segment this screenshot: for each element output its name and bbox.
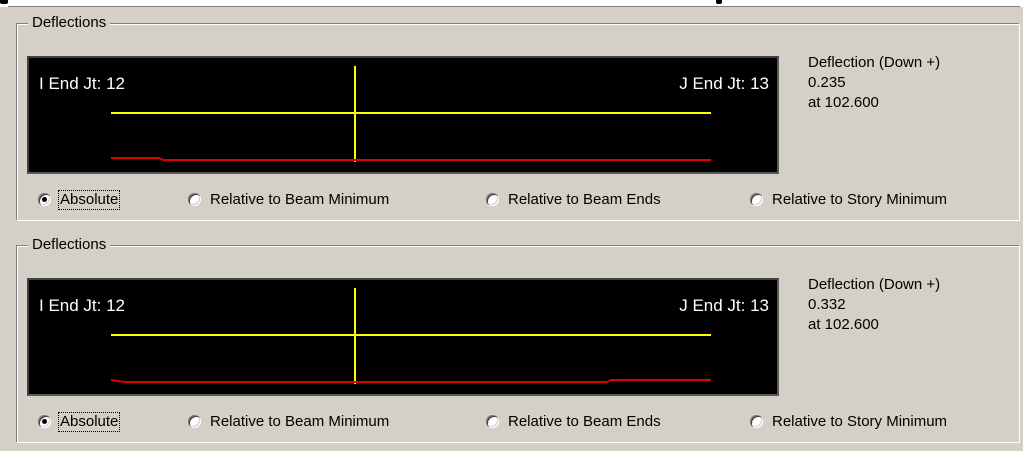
radio-label[interactable]: Absolute: [57, 190, 121, 210]
radio-selected-dot-icon: [42, 197, 47, 202]
deflection-title: Deflection (Down +): [808, 276, 941, 293]
deflection-location: at 102.600: [808, 94, 879, 111]
radio-circle-icon[interactable]: [38, 193, 51, 206]
deflection-value: 0.235: [808, 74, 846, 91]
deflection-location: at 102.600: [808, 316, 879, 333]
radio-circle-icon[interactable]: [188, 415, 201, 428]
deflection-value: 0.332: [808, 296, 846, 313]
deflection-plot: I End Jt: 12 J End Jt: 13: [27, 56, 779, 174]
deflection-plot-canvas: [110, 288, 711, 384]
j-end-label: J End Jt: 13: [679, 296, 769, 315]
deflection-plot: I End Jt: 12 J End Jt: 13: [27, 278, 779, 396]
radio-label[interactable]: Absolute: [57, 412, 121, 432]
radio-circle-icon[interactable]: [486, 193, 499, 206]
i-end-label: I End Jt: 12: [39, 74, 125, 93]
deflection-plot-canvas: [111, 66, 711, 162]
radio-label[interactable]: Relative to Beam Ends: [508, 191, 661, 209]
groupbox-title: Deflections: [28, 14, 111, 32]
j-end-label: J End Jt: 13: [679, 74, 769, 93]
cropped-text-fragment: [0, 0, 8, 4]
radio-circle-icon[interactable]: [38, 415, 51, 428]
cropped-text-fragment: [716, 0, 722, 4]
radio-label[interactable]: Relative to Story Minimum: [772, 191, 947, 209]
top-strip: [0, 0, 1023, 7]
deflection-readout: Deflection (Down +) 0.235 at 102.600: [808, 53, 940, 113]
radio-circle-icon[interactable]: [486, 415, 499, 428]
radio-label[interactable]: Relative to Beam Minimum: [210, 413, 389, 431]
radio-selected-dot-icon: [42, 419, 47, 424]
deflections-panel: Deflections I End Jt: 12 J End Jt: 13 De…: [0, 229, 1023, 451]
i-end-label: I End Jt: 12: [39, 296, 125, 315]
radio-label[interactable]: Relative to Beam Ends: [508, 413, 661, 431]
radio-circle-icon[interactable]: [750, 193, 763, 206]
groupbox-title: Deflections: [28, 236, 111, 254]
deflection-curve: [110, 379, 711, 383]
deflection-curve: [111, 157, 711, 161]
radio-circle-icon[interactable]: [750, 415, 763, 428]
deflection-readout: Deflection (Down +) 0.332 at 102.600: [808, 275, 940, 335]
radio-label[interactable]: Relative to Beam Minimum: [210, 191, 389, 209]
radio-label[interactable]: Relative to Story Minimum: [772, 413, 947, 431]
deflection-title: Deflection (Down +): [808, 54, 941, 71]
deflections-panel: Deflections I End Jt: 12 J End Jt: 13 De…: [0, 7, 1023, 229]
radio-circle-icon[interactable]: [188, 193, 201, 206]
